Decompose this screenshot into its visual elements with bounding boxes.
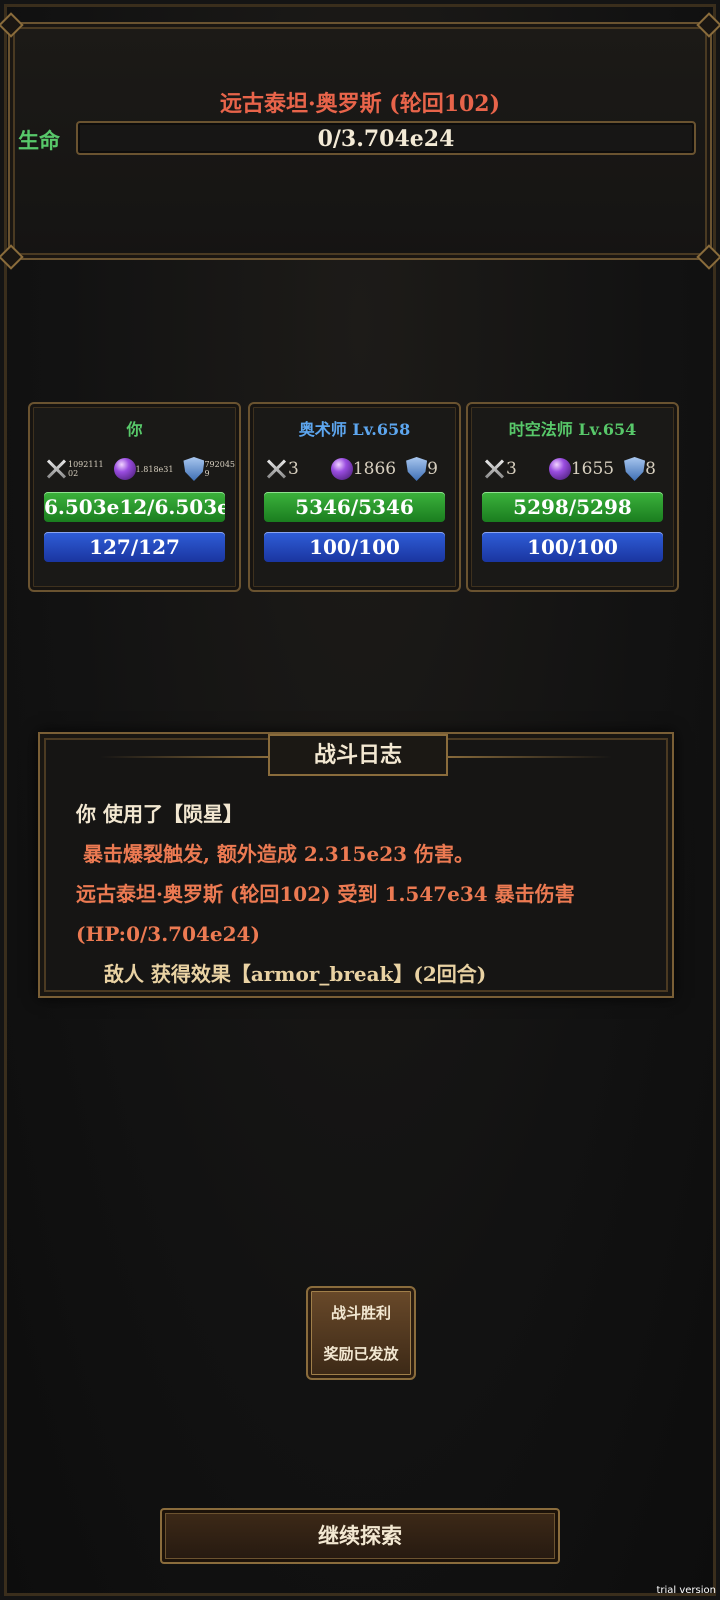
magic-value: 1655 xyxy=(570,459,615,479)
defense-value: 8 xyxy=(645,459,656,479)
log-line: 暴击爆裂触发, 额外造成 2.315e23 伤害。 xyxy=(76,842,474,866)
attack-icon xyxy=(264,457,288,481)
battle-log-title: 战斗日志 xyxy=(268,734,448,776)
log-line: 你 使用了【陨星】 xyxy=(76,802,243,826)
party-member-stats: 3 1655 8 xyxy=(482,456,669,482)
attack-icon xyxy=(482,457,506,481)
shield-icon xyxy=(183,457,205,481)
attack-value: 1092111 02 xyxy=(68,460,104,478)
magic-orb-icon xyxy=(113,458,136,480)
victory-text: 战斗胜利 xyxy=(330,1304,391,1322)
hp-bar: 5298/5298 xyxy=(482,492,663,522)
log-line: 远古泰坦·奥罗斯 (轮回102) 受到 1.547e34 暴击伤害 xyxy=(76,882,575,906)
mp-bar: 127/127 xyxy=(44,532,225,562)
mp-bar: 100/100 xyxy=(264,532,445,562)
log-line: 敌人 获得效果【armor_break】(2回合) xyxy=(76,962,487,986)
boss-hp-bar: 0/3.704e24 xyxy=(76,121,696,155)
attack-value: 3 xyxy=(288,459,299,479)
party-card-chronomancer[interactable]: 时空法师 Lv.654 3 1655 8 5298/5298 100/100 xyxy=(466,402,679,592)
party-member-name: 时空法师 Lv.654 xyxy=(508,420,637,439)
battle-log-entries: 你 使用了【陨星】 暴击爆裂触发, 额外造成 2.315e23 伤害。 远古泰坦… xyxy=(76,794,658,994)
magic-value: 1.818e31 xyxy=(135,464,174,474)
party-member-name: 你 xyxy=(126,420,143,439)
party-member-stats: 1092111 02 1.818e31 792045 9 xyxy=(44,456,235,482)
magic-orb-icon xyxy=(330,458,353,480)
log-line: (HP:0/3.704e24) xyxy=(76,922,260,946)
defense-value: 792045 9 xyxy=(204,460,236,478)
attack-icon xyxy=(44,457,68,481)
party-card-arcanist[interactable]: 奥术师 Lv.658 3 1866 9 5346/5346 100/100 xyxy=(248,402,461,592)
boss-name: 远古泰坦·奥罗斯 (轮回102) xyxy=(219,91,501,117)
hp-bar: 6.503e12/6.503e1 xyxy=(44,492,225,522)
mp-bar: 100/100 xyxy=(482,532,663,562)
hp-bar: 5346/5346 xyxy=(264,492,445,522)
party-member-stats: 3 1866 9 xyxy=(264,456,451,482)
battle-log-header: 战斗日志 xyxy=(40,728,672,776)
magic-orb-icon xyxy=(548,458,571,480)
shield-icon xyxy=(624,457,646,481)
defense-value: 9 xyxy=(427,459,438,479)
victory-badge: 战斗胜利 奖励已发放 xyxy=(306,1286,416,1380)
magic-value: 1866 xyxy=(352,459,397,479)
boss-hp-label: 生命 xyxy=(18,128,60,153)
divider-ornament xyxy=(100,756,270,758)
reward-text: 奖励已发放 xyxy=(323,1345,399,1363)
divider-ornament xyxy=(442,756,612,758)
shield-icon xyxy=(406,457,428,481)
battle-log-panel[interactable]: 战斗日志 你 使用了【陨星】 暴击爆裂触发, 额外造成 2.315e23 伤害。… xyxy=(38,732,674,998)
party-member-name: 奥术师 Lv.658 xyxy=(298,420,411,439)
party-card-player[interactable]: 你 1092111 02 1.818e31 792045 9 6.503e12/… xyxy=(28,402,241,592)
boss-hp-text: 0/3.704e24 xyxy=(317,126,455,152)
trial-watermark: trial version xyxy=(656,1585,716,1596)
attack-value: 3 xyxy=(506,459,517,479)
continue-explore-button[interactable]: 继续探索 xyxy=(160,1508,560,1564)
